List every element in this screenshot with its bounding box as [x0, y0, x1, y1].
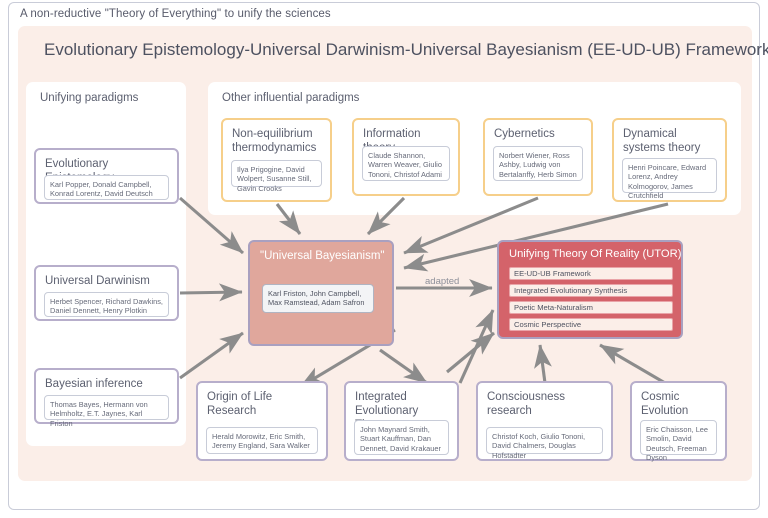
- card-non-equilibrium-thermodynamics[interactable]: Non-equilibrium thermodynamics Ilya Prig…: [221, 118, 332, 202]
- card-dynamical-systems-theory[interactable]: Dynamical systems theory Henri Poincare,…: [612, 118, 727, 202]
- card-evolutionary-epistemology[interactable]: Evolutionary Epistemology Karl Popper, D…: [34, 148, 179, 204]
- card-people: John Maynard Smith, Stuart Kauffman, Dan…: [354, 420, 449, 455]
- group-unifying-paradigms-title: Unifying paradigms: [40, 92, 139, 104]
- node-utor[interactable]: Unifying Theory Of Reality (UTOR) EE-UD-…: [497, 240, 683, 339]
- card-title: Dynamical systems theory: [623, 128, 701, 154]
- card-title: Cosmic Evolution: [641, 391, 689, 417]
- card-cybernetics[interactable]: Cybernetics Norbert Wiener, Ross Ashby, …: [483, 118, 593, 196]
- utor-item-cosmic-perspective[interactable]: Cosmic Perspective: [509, 318, 673, 331]
- card-title: Universal Darwinism: [45, 275, 150, 287]
- node-universal-bayesianism[interactable]: "Universal Bayesianism" Karl Friston, Jo…: [248, 240, 394, 346]
- card-universal-darwinism[interactable]: Universal Darwinism Herbet Spencer, Rich…: [34, 265, 179, 321]
- framework-title: Evolutionary Epistemology-Universal Darw…: [44, 40, 768, 59]
- node-people: Karl Friston, John Campbell, Max Ramstea…: [262, 284, 374, 313]
- card-integrated-evolutionary-theory[interactable]: Integrated Evolutionary Theory John Mayn…: [344, 381, 459, 461]
- card-people: Christof Koch, Giulio Tononi, David Chal…: [486, 427, 603, 460]
- card-information-theory[interactable]: Information theory Claude Shannon, Warre…: [352, 118, 460, 196]
- group-other-paradigms-title: Other influential paradigms: [222, 92, 360, 104]
- utor-item-meta-naturalism[interactable]: Poetic Meta-Naturalism: [509, 301, 673, 314]
- card-people: Norbert Wiener, Ross Ashby, Ludwig von B…: [493, 146, 583, 181]
- card-people: Ilya Prigogine, David Wolpert, Susanne S…: [231, 160, 322, 193]
- node-title: "Universal Bayesianism": [260, 250, 385, 262]
- edge-label-adapted: adapted: [425, 276, 460, 287]
- card-title: Consciousness research: [487, 391, 565, 417]
- card-title: Non-equilibrium thermodynamics: [232, 128, 317, 154]
- utor-item-synthesis[interactable]: Integrated Evolutionary Synthesis: [509, 284, 673, 297]
- card-people: Thomas Bayes, Hermann von Helmholtz, E.T…: [44, 395, 169, 428]
- card-people: Henri Poincare, Edward Lorenz, Andrey Ko…: [622, 158, 717, 200]
- card-people: Eric Chaisson, Lee Smolin, David Deutsch…: [640, 420, 717, 462]
- card-origin-of-life-research[interactable]: Origin of Life Research Herald Morowitz,…: [196, 381, 328, 461]
- card-cosmic-evolution[interactable]: Cosmic Evolution Eric Chaisson, Lee Smol…: [630, 381, 727, 462]
- card-bayesian-inference[interactable]: Bayesian inference Thomas Bayes, Hermann…: [34, 368, 179, 428]
- card-title: Cybernetics: [494, 128, 555, 140]
- card-people: Karl Popper, Donald Campbell, Konrad Lor…: [44, 175, 169, 200]
- diagram-caption: A non-reductive "Theory of Everything" t…: [20, 8, 331, 20]
- card-title: Origin of Life Research: [207, 391, 273, 417]
- card-people: Herald Morowitz, Eric Smith, Jeremy Engl…: [206, 427, 318, 454]
- diagram-canvas: A non-reductive "Theory of Everything" t…: [0, 0, 768, 518]
- node-title: Unifying Theory Of Reality (UTOR): [509, 248, 682, 260]
- utor-item-framework[interactable]: EE-UD-UB Framework: [509, 267, 673, 280]
- card-people: Claude Shannon, Warren Weaver, Giulio To…: [362, 146, 450, 181]
- card-consciousness-research[interactable]: Consciousness research Christof Koch, Gi…: [476, 381, 613, 461]
- card-title: Bayesian inference: [45, 378, 143, 390]
- card-people: Herbet Spencer, Richard Dawkins, Daniel …: [44, 292, 169, 317]
